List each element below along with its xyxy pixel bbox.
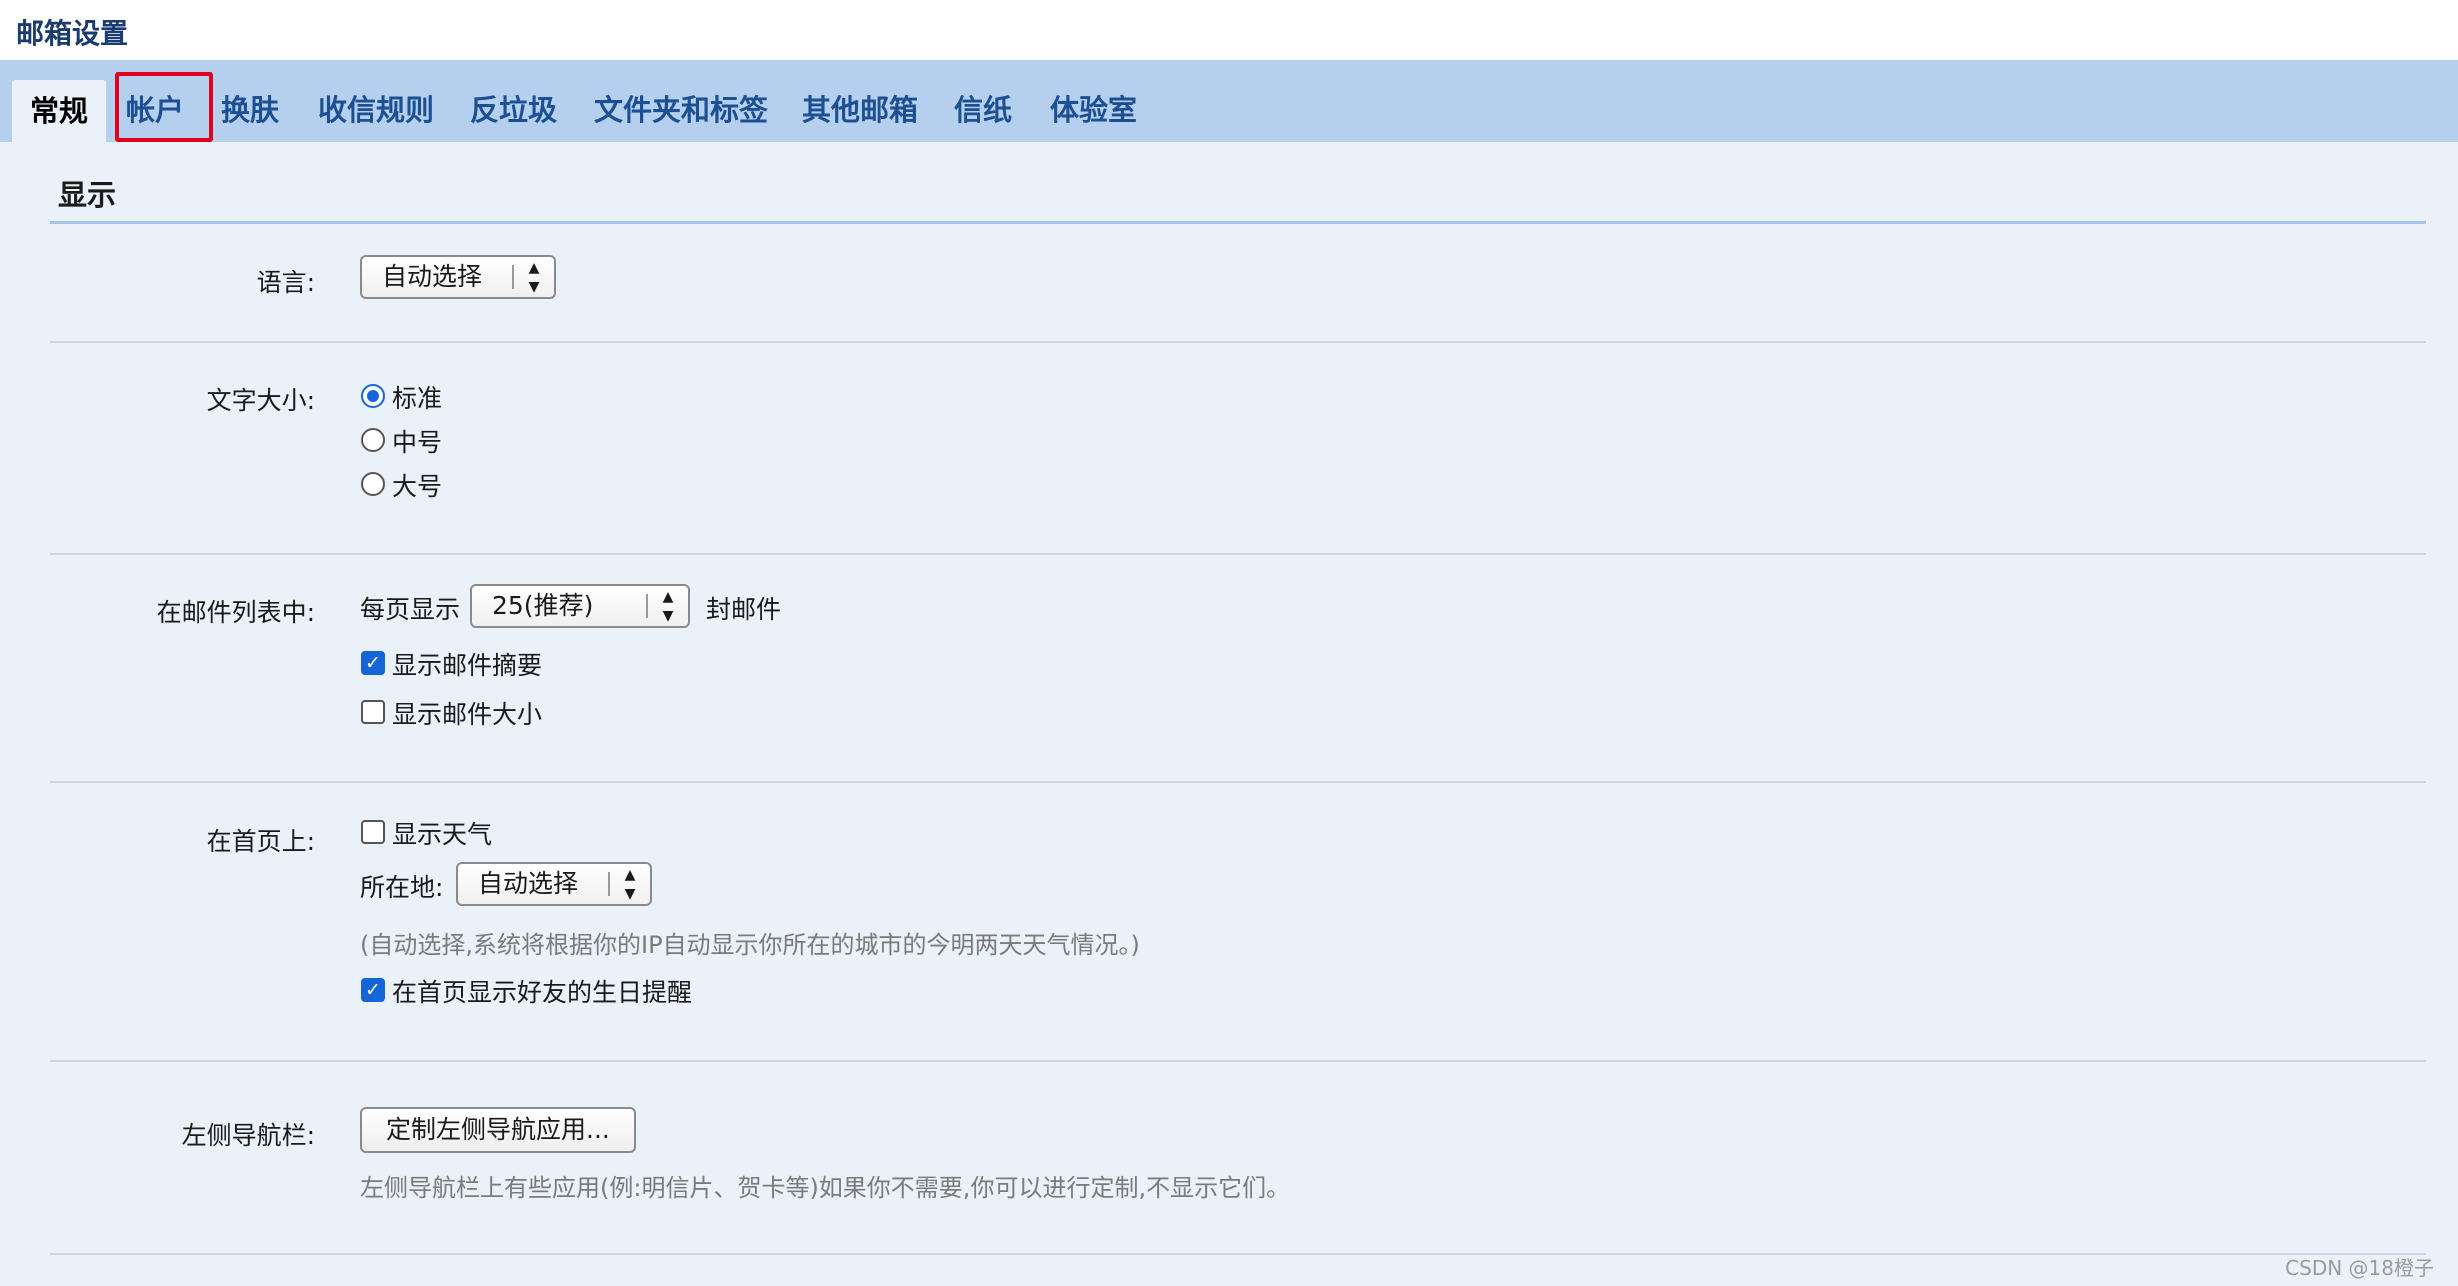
font-size-medium-radio[interactable] (361, 428, 385, 452)
account-tab-highlight (115, 72, 213, 142)
select-arrows-icon: ▲ ▼ (662, 589, 674, 624)
location-select-value: 自动选择 (478, 869, 579, 898)
show-size-label: 显示邮件大小 (392, 700, 543, 729)
customize-left-nav-button[interactable]: 定制左侧导航应用... (360, 1107, 636, 1153)
per-page-select-value: 25(推荐) (492, 591, 594, 620)
watermark: CSDN @18橙子 (2285, 1256, 2434, 1280)
per-page-prefix: 每页显示 (360, 595, 461, 624)
language-select-value: 自动选择 (382, 262, 483, 291)
mail-list-label: 在邮件列表中: (156, 598, 315, 627)
font-size-large-label: 大号 (392, 472, 443, 501)
per-page-select[interactable]: 25(推荐) ▲ ▼ (470, 584, 690, 628)
language-label: 语言: (256, 268, 315, 297)
font-size-standard-label: 标准 (392, 384, 443, 413)
tab-anti-spam[interactable]: 反垃圾 (470, 88, 557, 140)
tab-general[interactable]: 常规 (12, 80, 107, 142)
page-title: 邮箱设置 (16, 17, 129, 50)
left-nav-label: 左侧导航栏: (181, 1121, 315, 1150)
tab-stationery[interactable]: 信纸 (954, 88, 1012, 140)
show-weather-label: 显示天气 (392, 820, 493, 849)
section-title: 显示 (58, 178, 117, 212)
show-weather-checkbox[interactable] (361, 820, 385, 844)
font-size-large-radio[interactable] (361, 472, 385, 496)
row-divider (50, 1060, 2426, 1062)
show-size-checkbox[interactable] (361, 700, 385, 724)
select-separator (608, 872, 610, 896)
row-divider (50, 781, 2426, 783)
tab-other-mailboxes[interactable]: 其他邮箱 (802, 88, 918, 140)
tab-skin[interactable]: 换肤 (221, 88, 279, 140)
tab-folders-labels[interactable]: 文件夹和标签 (594, 88, 768, 140)
location-select[interactable]: 自动选择 ▲ ▼ (456, 862, 652, 906)
tab-receive-rules[interactable]: 收信规则 (318, 88, 434, 140)
select-separator (646, 594, 648, 618)
show-summary-checkbox[interactable]: ✓ (361, 651, 385, 675)
font-size-label: 文字大小: (206, 386, 315, 415)
birthday-reminder-label: 在首页显示好友的生日提醒 (392, 978, 693, 1007)
per-page-suffix: 封邮件 (706, 595, 782, 624)
show-summary-label: 显示邮件摘要 (392, 651, 543, 680)
row-divider (50, 341, 2426, 343)
left-nav-hint: 左侧导航栏上有些应用(例:明信片、贺卡等)如果你不需要,你可以进行定制,不显示它… (360, 1174, 1291, 1202)
font-size-standard-radio[interactable] (361, 384, 385, 408)
homepage-label: 在首页上: (206, 827, 315, 856)
location-hint: (自动选择,系统将根据你的IP自动显示你所在的城市的今明两天天气情况。) (360, 931, 1140, 959)
select-arrows-icon: ▲ ▼ (528, 260, 540, 295)
row-divider (50, 553, 2426, 555)
top-bar: 邮箱设置 (0, 0, 2458, 60)
language-select[interactable]: 自动选择 ▲ ▼ (360, 255, 556, 299)
location-label: 所在地: (360, 873, 444, 902)
row-divider (50, 1253, 2426, 1255)
section-divider (50, 221, 2426, 224)
tab-lab[interactable]: 体验室 (1050, 88, 1137, 140)
select-separator (512, 265, 514, 289)
birthday-reminder-checkbox[interactable]: ✓ (361, 978, 385, 1002)
select-arrows-icon: ▲ ▼ (624, 867, 636, 902)
font-size-medium-label: 中号 (392, 428, 443, 457)
